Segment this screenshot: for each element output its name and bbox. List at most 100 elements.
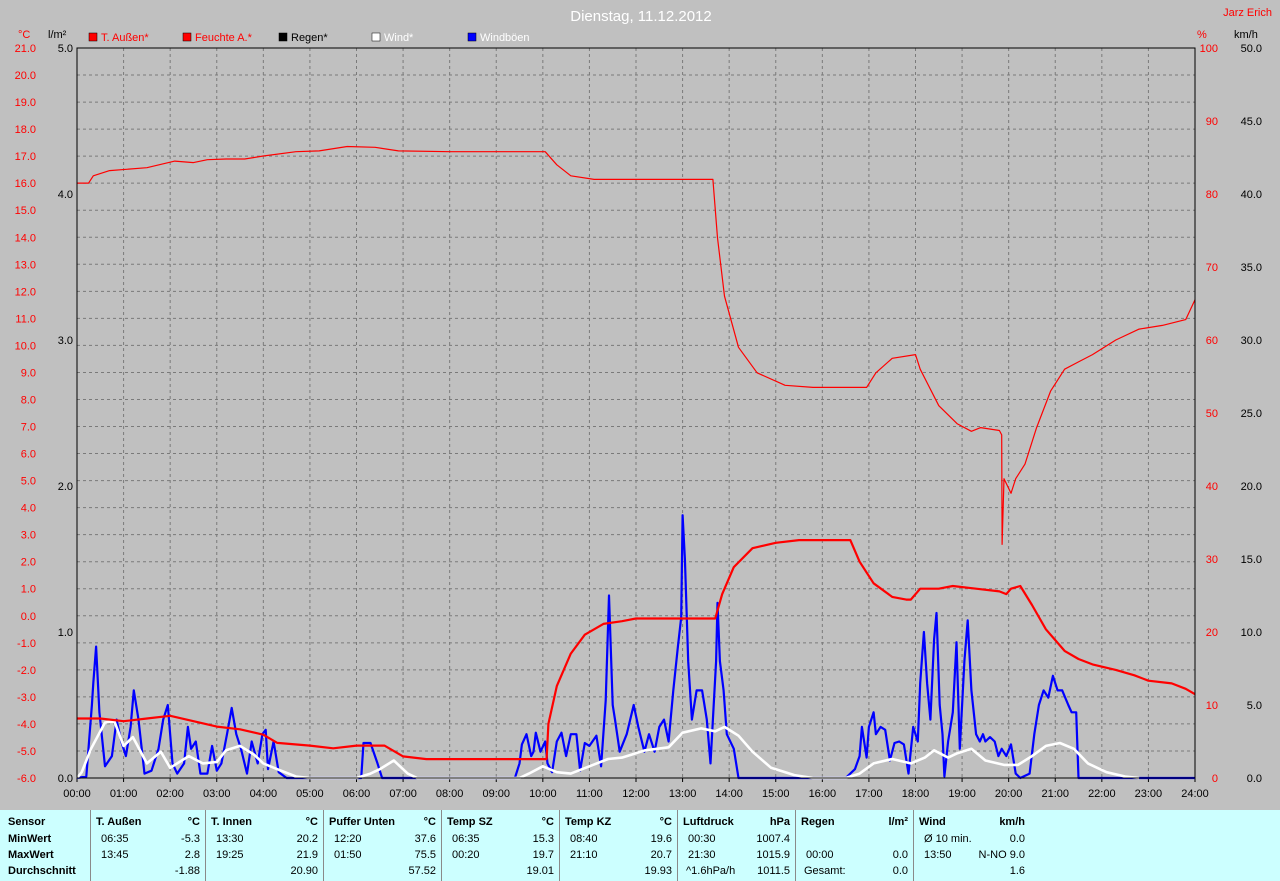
rain-tick-label: 2.0 xyxy=(58,481,73,493)
temp-tick-label: 15.0 xyxy=(15,205,36,217)
temp-tick-label: 17.0 xyxy=(15,151,36,163)
stats-row-label: Sensor xyxy=(8,816,46,828)
x-tick-label: 19:00 xyxy=(948,788,976,800)
stats-cell: 19:25 xyxy=(216,849,244,861)
x-tick-label: 11:00 xyxy=(576,788,603,800)
humidity-tick-label: 30 xyxy=(1206,554,1218,566)
stats-column: Luftdruck hPa 00:30 1007.4 21:30 1015.9 ^1.6hP… xyxy=(677,810,796,881)
stats-cell: 21:30 xyxy=(688,849,716,861)
humidity-tick-label: 20 xyxy=(1206,627,1218,639)
humidity-tick-label: 0 xyxy=(1212,773,1218,785)
humidity-tick-label: 50 xyxy=(1206,408,1218,420)
temp-tick-label: 13.0 xyxy=(15,259,36,271)
temp-tick-label: 20.0 xyxy=(15,70,36,82)
temp-tick-label: 0.0 xyxy=(21,611,36,623)
humidity-tick-label: 70 xyxy=(1206,262,1218,274)
x-tick-label: 03:00 xyxy=(203,788,231,800)
x-tick-label: 21:00 xyxy=(1041,788,1069,800)
stats-cell: °C xyxy=(305,816,318,828)
legend-label: Wind* xyxy=(384,32,414,44)
legend-label: Regen* xyxy=(291,32,328,44)
wind-tick-label: 15.0 xyxy=(1241,554,1262,566)
x-tick-label: 09:00 xyxy=(482,788,510,800)
stats-column: Wind km/h Ø 10 min. 0.0 13:50 N-NO 9.0 1.6 xyxy=(913,810,1031,881)
stats-cell: 06:35 xyxy=(452,833,480,845)
stats-cell: 1.6 xyxy=(1009,865,1025,877)
stats-cell: 20.2 xyxy=(296,833,318,845)
temp-tick-label: 4.0 xyxy=(21,503,36,515)
humidity-tick-label: 40 xyxy=(1206,481,1218,493)
chart-background xyxy=(0,0,1280,810)
temp-tick-label: 12.0 xyxy=(15,286,36,298)
temp-tick-label: 11.0 xyxy=(15,313,36,325)
humidity-tick-label: 10 xyxy=(1206,700,1218,712)
stats-cell: 19.7 xyxy=(532,849,554,861)
stats-cell: 19.93 xyxy=(644,865,672,877)
stats-cell: 20.7 xyxy=(650,849,672,861)
x-tick-label: 15:00 xyxy=(762,788,790,800)
stats-cell: T. Außen xyxy=(96,816,142,828)
stats-cell: 08:40 xyxy=(570,833,598,845)
stats-cell: 21:10 xyxy=(570,849,598,861)
stats-column: T. Innen °C 13:30 20.2 19:25 21.9 20.90 xyxy=(205,810,324,881)
temp-tick-label: 1.0 xyxy=(21,584,36,596)
stats-cell: °C xyxy=(541,816,554,828)
temp-tick-label: -6.0 xyxy=(17,773,36,785)
stats-row-label: MaxWert xyxy=(8,849,54,861)
x-tick-label: 12:00 xyxy=(622,788,650,800)
stats-cell: Temp KZ xyxy=(565,816,612,828)
x-tick-label: 20:00 xyxy=(995,788,1023,800)
stats-cell: 00:30 xyxy=(688,833,716,845)
stats-cell: 37.6 xyxy=(414,833,436,845)
temp-tick-label: 10.0 xyxy=(15,340,36,352)
temp-tick-label: 6.0 xyxy=(21,449,36,461)
wind-tick-label: 25.0 xyxy=(1241,408,1262,420)
x-tick-label: 14:00 xyxy=(715,788,743,800)
legend-swatch xyxy=(88,32,98,42)
humidity-tick-label: 100 xyxy=(1200,43,1218,55)
stats-cell: 1011.5 xyxy=(757,865,790,877)
stats-cell: 20.90 xyxy=(290,865,318,877)
legend-label: Feuchte A.* xyxy=(195,32,253,44)
wind-tick-label: 35.0 xyxy=(1241,262,1262,274)
rain-tick-label: 4.0 xyxy=(58,189,73,201)
legend-label: Windböen xyxy=(480,32,530,44)
stats-cell: ^1.6hPa/h xyxy=(686,865,736,877)
weather-chart: Dienstag, 11.12.2012 Jarz Erich °C l/m² … xyxy=(0,0,1280,810)
author-label: Jarz Erich xyxy=(1223,7,1272,19)
wind-tick-label: 45.0 xyxy=(1241,116,1262,128)
stats-cell: Luftdruck xyxy=(683,816,734,828)
stats-column: T. Außen °C 06:35 -5.3 13:45 2.8 -1.88 xyxy=(90,810,206,881)
wind-tick-label: 5.0 xyxy=(1247,700,1262,712)
rain-tick-label: 5.0 xyxy=(58,43,73,55)
stats-cell: 13:30 xyxy=(216,833,244,845)
stats-cell: 21.9 xyxy=(296,849,318,861)
stats-column: Puffer Unten °C 12:20 37.6 01:50 75.5 57.52 xyxy=(323,810,442,881)
x-tick-label: 24:00 xyxy=(1181,788,1209,800)
x-tick-label: 06:00 xyxy=(343,788,371,800)
legend-swatch xyxy=(371,32,381,42)
temp-unit-label: °C xyxy=(18,29,30,41)
x-tick-label: 18:00 xyxy=(902,788,930,800)
rain-tick-label: 1.0 xyxy=(58,627,73,639)
rain-tick-label: 3.0 xyxy=(58,335,73,347)
stats-cell: 0.0 xyxy=(892,849,908,861)
stats-row-label: Durchschnitt xyxy=(8,865,76,877)
stats-cell: 19.01 xyxy=(526,865,554,877)
stats-cell: 15.3 xyxy=(532,833,554,845)
stats-row-labels: Sensor MinWert MaxWert Durchschnitt xyxy=(0,810,90,881)
stats-cell: -1.88 xyxy=(174,865,200,877)
stats-cell: 13:45 xyxy=(101,849,129,861)
stats-column: Regen l/m² 00:00 0.0 Gesamt: 0.0 xyxy=(795,810,914,881)
stats-cell: Regen xyxy=(801,816,835,828)
humidity-unit-label: % xyxy=(1197,29,1207,41)
wind-tick-label: 20.0 xyxy=(1241,481,1262,493)
stats-cell: 0.0 xyxy=(892,865,908,877)
chart-title: Dienstag, 11.12.2012 xyxy=(570,8,712,25)
x-tick-label: 05:00 xyxy=(296,788,324,800)
x-tick-label: 23:00 xyxy=(1135,788,1163,800)
stats-cell: Temp SZ xyxy=(447,816,493,828)
stats-column: Temp KZ °C 08:40 19.6 21:10 20.7 19.93 xyxy=(559,810,678,881)
stats-column: Temp SZ °C 06:35 15.3 00:20 19.7 19.01 xyxy=(441,810,560,881)
temp-tick-label: 14.0 xyxy=(15,232,36,244)
